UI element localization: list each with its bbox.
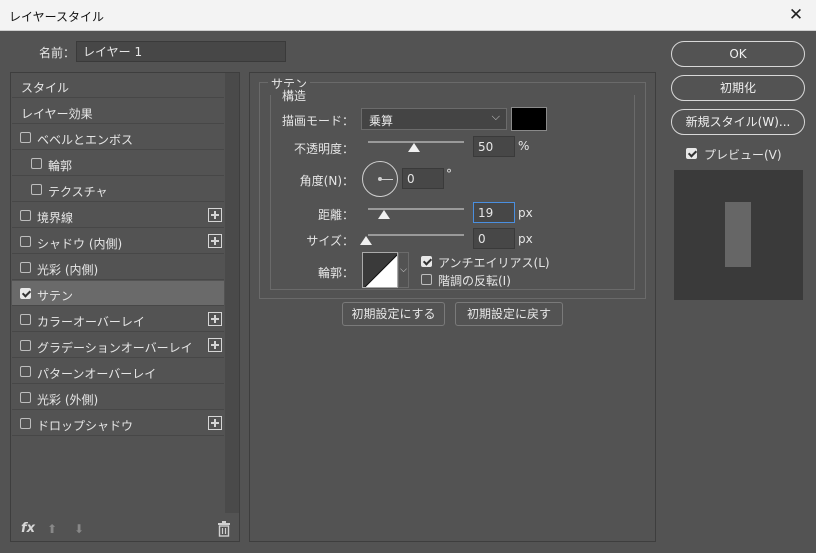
style-list-label: シャドウ (内側) <box>37 237 123 251</box>
style-list-label: 光彩 (外側) <box>37 393 99 407</box>
size-slider-thumb[interactable] <box>360 236 372 245</box>
invert-checkbox[interactable] <box>421 274 432 285</box>
add-instance-icon[interactable] <box>208 312 222 326</box>
style-checkbox[interactable] <box>20 366 31 377</box>
chevron-down-icon: ⌵ <box>400 265 407 275</box>
style-checkbox[interactable] <box>20 418 31 429</box>
style-list-item[interactable]: シャドウ (内側) <box>12 229 224 254</box>
style-list-item[interactable]: ドロップシャドウ <box>12 411 224 436</box>
add-instance-icon[interactable] <box>208 338 222 352</box>
style-checkbox[interactable] <box>31 184 42 195</box>
style-list-item[interactable]: レイヤー効果 <box>12 99 224 124</box>
style-preview-thumbnail <box>674 170 803 300</box>
style-list-label: グラデーションオーバーレイ <box>37 341 193 355</box>
chevron-down-icon: ⌵ <box>491 110 500 123</box>
preview-shape <box>725 202 751 267</box>
size-slider-track[interactable] <box>368 234 464 236</box>
style-checkbox[interactable] <box>20 132 31 143</box>
angle-unit: ° <box>446 167 452 181</box>
structure-legend: 構造 <box>279 87 310 104</box>
move-down-icon[interactable]: ⬇ <box>74 522 84 536</box>
opacity-input[interactable] <box>473 136 515 157</box>
style-list-label: ドロップシャドウ <box>37 419 134 433</box>
style-list-label: 輪郭 <box>48 159 73 173</box>
style-list-item[interactable]: 境界線 <box>12 203 224 228</box>
preview-checkbox[interactable] <box>686 148 697 159</box>
satin-group: サテン 構造 描画モード： 乗算 ⌵ 不透明度： % 角度(N)： ° 距離： … <box>259 75 646 299</box>
add-instance-icon[interactable] <box>208 234 222 248</box>
contour-label: 輪郭： <box>317 266 354 280</box>
opacity-slider-thumb[interactable] <box>408 143 420 152</box>
layer-name-input[interactable] <box>76 41 286 62</box>
style-list-label: カラーオーバーレイ <box>37 315 145 329</box>
style-list-label: サテン <box>37 289 74 303</box>
trash-icon[interactable] <box>217 521 231 537</box>
title-bar: レイヤースタイル ✕ <box>0 0 816 31</box>
style-list-label: ベベルとエンボス <box>37 133 134 147</box>
invert-label: 階調の反転(I) <box>438 274 511 288</box>
add-instance-icon[interactable] <box>208 416 222 430</box>
name-label: 名前： <box>39 46 76 60</box>
style-checkbox[interactable] <box>20 236 31 247</box>
satin-color-swatch[interactable] <box>511 107 547 131</box>
angle-label: 角度(N)： <box>299 174 354 188</box>
style-list-label: レイヤー効果 <box>21 107 93 121</box>
style-list-label: テクスチャ <box>48 185 108 199</box>
opacity-label: 不透明度： <box>293 142 354 156</box>
blend-mode-select[interactable]: 乗算 ⌵ <box>361 108 507 130</box>
distance-unit: px <box>518 206 533 220</box>
size-label: サイズ： <box>306 234 354 248</box>
style-checkbox[interactable] <box>31 158 42 169</box>
style-list-label: 光彩 (内側) <box>37 263 99 277</box>
angle-dial[interactable] <box>362 161 398 197</box>
style-list-label: スタイル <box>21 81 70 95</box>
distance-slider-thumb[interactable] <box>378 210 390 219</box>
window-title: レイヤースタイル <box>9 10 105 24</box>
style-checkbox[interactable] <box>20 340 31 351</box>
style-list-item[interactable]: 光彩 (内側) <box>12 255 224 280</box>
style-checkbox[interactable] <box>20 210 31 221</box>
ok-button[interactable]: OK <box>671 41 805 67</box>
style-list-label: パターンオーバーレイ <box>37 367 157 381</box>
style-list-item[interactable]: パターンオーバーレイ <box>12 359 224 384</box>
style-list-panel: スタイルレイヤー効果ベベルとエンボス輪郭テクスチャ境界線シャドウ (内側) 光彩 … <box>10 72 240 542</box>
style-list-item[interactable]: 光彩 (外側) <box>12 385 224 410</box>
style-list-item[interactable]: カラーオーバーレイ <box>12 307 224 332</box>
antialias-label: アンチエイリアス(L) <box>438 256 550 270</box>
style-checkbox[interactable] <box>20 314 31 325</box>
style-checkbox[interactable] <box>20 262 31 273</box>
reset-button[interactable]: 初期化 <box>671 75 805 101</box>
style-list-item[interactable]: サテン <box>12 281 224 306</box>
contour-dropdown[interactable]: ⌵ <box>398 252 409 288</box>
opacity-unit: % <box>518 139 530 153</box>
style-list-item[interactable]: テクスチャ <box>12 177 224 202</box>
style-list-item[interactable]: グラデーションオーバーレイ <box>12 333 224 358</box>
distance-input[interactable] <box>473 202 515 223</box>
style-checkbox[interactable] <box>20 392 31 403</box>
style-list-item[interactable]: ベベルとエンボス <box>12 125 224 150</box>
make-default-button[interactable]: 初期設定にする <box>342 302 445 326</box>
style-list-toolbar: fx ⬆ ⬇ <box>11 518 239 542</box>
style-checkbox[interactable] <box>20 288 31 299</box>
angle-input[interactable] <box>402 168 444 189</box>
new-style-button[interactable]: 新規スタイル(W)... <box>671 109 805 135</box>
size-input[interactable] <box>473 228 515 249</box>
style-list-scrollbar[interactable] <box>225 73 239 513</box>
antialias-checkbox[interactable] <box>421 256 432 267</box>
close-icon[interactable]: ✕ <box>784 3 808 27</box>
blend-mode-label: 描画モード： <box>281 114 354 128</box>
move-up-icon[interactable]: ⬆ <box>47 522 57 536</box>
contour-preview[interactable] <box>362 252 398 288</box>
blend-mode-value: 乗算 <box>369 114 394 128</box>
add-instance-icon[interactable] <box>208 208 222 222</box>
satin-settings-panel: サテン 構造 描画モード： 乗算 ⌵ 不透明度： % 角度(N)： ° 距離： … <box>249 72 656 542</box>
preview-label: プレビュー(V) <box>704 148 782 162</box>
distance-label: 距離： <box>317 208 354 222</box>
size-unit: px <box>518 232 533 246</box>
style-list-item[interactable]: 輪郭 <box>12 151 224 176</box>
style-list-item[interactable]: スタイル <box>12 73 224 98</box>
reset-default-button[interactable]: 初期設定に戻す <box>455 302 563 326</box>
style-list-label: 境界線 <box>37 211 74 225</box>
fx-icon[interactable]: fx <box>21 521 35 536</box>
